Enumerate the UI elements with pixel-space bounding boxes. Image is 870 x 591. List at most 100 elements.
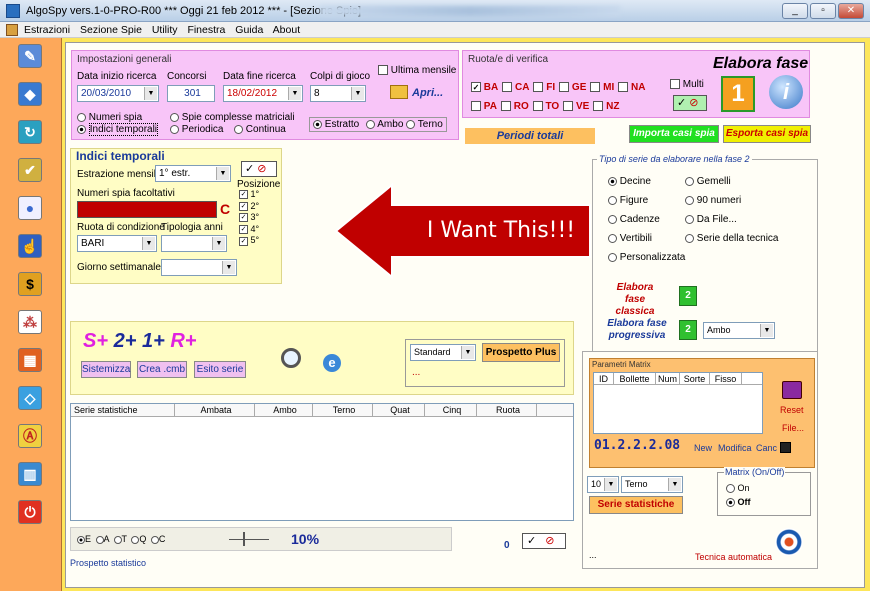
- book-icon[interactable]: [782, 381, 802, 399]
- network-icon[interactable]: ⁂: [18, 310, 42, 334]
- menu-about[interactable]: About: [273, 24, 300, 36]
- estratto-radio[interactable]: [313, 119, 322, 129]
- sorte-radio[interactable]: [150, 535, 159, 544]
- ultima-mensile-checkbox[interactable]: [378, 65, 388, 76]
- standard-select[interactable]: Standard ▼: [410, 344, 476, 361]
- pct-slider-thumb[interactable]: [243, 532, 245, 546]
- gemelli-radio[interactable]: Gemelli: [685, 176, 731, 187]
- sorte-option-t[interactable]: T: [113, 534, 132, 544]
- ruota-checkbox[interactable]: [563, 101, 574, 112]
- ruota-condizione-select[interactable]: BARI ▼: [77, 235, 157, 252]
- terno-radio[interactable]: [406, 119, 416, 129]
- decine-radio[interactable]: Decine: [608, 176, 651, 187]
- menu-finestra[interactable]: Finestra: [187, 24, 225, 36]
- serie-statistiche-button[interactable]: Serie statistiche: [589, 496, 683, 514]
- data-inizio-field[interactable]: 20/03/2010 ▼: [77, 85, 159, 102]
- num-select[interactable]: 10 ▼: [587, 476, 619, 493]
- posizione-checkbox[interactable]: ✓: [239, 224, 248, 234]
- new-link[interactable]: New: [694, 443, 712, 453]
- data-fine-field[interactable]: 18/02/2012 ▼: [223, 85, 303, 102]
- posizione-checkbox[interactable]: ✓: [239, 236, 248, 246]
- posizione-toggle[interactable]: ✓ ⊘: [241, 161, 277, 177]
- on-radio[interactable]: On: [726, 483, 750, 494]
- tipologia-select[interactable]: ▼: [161, 235, 227, 252]
- colpi-select[interactable]: 8 ▼: [310, 85, 366, 102]
- giorno-select[interactable]: ▼: [161, 259, 237, 276]
- magnifier-icon[interactable]: [281, 348, 301, 368]
- ruota-fi[interactable]: FI: [533, 82, 555, 93]
- target-icon[interactable]: [775, 528, 803, 556]
- ruota-checkbox[interactable]: [559, 82, 570, 93]
- refresh-icon[interactable]: ↻: [18, 120, 42, 144]
- numeri-facoltativi-field[interactable]: [77, 201, 217, 218]
- ruota-ca[interactable]: CA: [502, 82, 529, 93]
- close-button[interactable]: ✕: [838, 3, 864, 19]
- sorte-radio[interactable]: [77, 535, 85, 544]
- fase-2-progressiva-button[interactable]: 2: [679, 320, 697, 340]
- ruota-na[interactable]: NA: [618, 82, 646, 93]
- posizione-item[interactable]: ✓ 1°: [239, 189, 259, 201]
- ruota-checkbox[interactable]: [471, 101, 481, 112]
- concorsi-field[interactable]: 301: [167, 85, 215, 102]
- sorte-option-c[interactable]: C: [150, 534, 167, 544]
- diamond-icon[interactable]: ◆: [18, 82, 42, 106]
- ruota-checkbox[interactable]: [618, 82, 629, 93]
- tecnica-radio[interactable]: Serie della tecnica: [685, 233, 779, 244]
- menu-utility[interactable]: Utility: [152, 24, 178, 36]
- ie-icon[interactable]: e: [323, 354, 341, 372]
- progressiva-select[interactable]: Ambo ▼: [703, 322, 775, 339]
- folder-icon[interactable]: [390, 85, 408, 99]
- book-icon[interactable]: ▥: [18, 462, 42, 486]
- bottom-toggle[interactable]: ✓ ⊘: [522, 533, 566, 549]
- vertibili-radio[interactable]: Vertibili: [608, 233, 652, 244]
- posizione-checkbox[interactable]: ✓: [239, 201, 248, 211]
- shape-icon[interactable]: ◇: [18, 386, 42, 410]
- multi-option[interactable]: Multi: [670, 79, 704, 90]
- ruota-ge[interactable]: GE: [559, 82, 586, 93]
- ruota-checkbox[interactable]: ✓: [471, 82, 481, 93]
- indici-temporali-radio[interactable]: Indici temporali: [77, 123, 159, 136]
- esito-serie-button[interactable]: Esito serie: [194, 361, 246, 378]
- ruota-nz[interactable]: NZ: [593, 101, 619, 112]
- menu-sezione-spie[interactable]: Sezione Spie: [80, 24, 142, 36]
- sorte-radio[interactable]: [95, 535, 104, 544]
- pencil-icon[interactable]: ✎: [18, 44, 42, 68]
- apri-link[interactable]: Apri...: [412, 87, 443, 99]
- spie-complesse-radio[interactable]: Spie complesse matriciali: [170, 112, 295, 123]
- ultima-mensile[interactable]: Ultima mensile: [378, 65, 456, 76]
- modifica-link[interactable]: Modifica: [718, 443, 752, 453]
- continua-radio[interactable]: Continua: [234, 124, 286, 135]
- mdi-icon[interactable]: [6, 24, 18, 36]
- ruota-pa[interactable]: PA: [471, 101, 497, 112]
- power-icon[interactable]: ⏻: [18, 500, 42, 524]
- posizione-item[interactable]: ✓ 3°: [239, 212, 259, 224]
- reset-link[interactable]: Reset: [780, 405, 804, 415]
- ruota-ba[interactable]: ✓ BA: [471, 82, 498, 93]
- minimize-button[interactable]: _: [782, 3, 808, 19]
- posizione-checkbox[interactable]: ✓: [239, 213, 248, 223]
- ruota-checkbox[interactable]: [502, 82, 513, 93]
- a-circle-icon[interactable]: Ⓐ: [18, 424, 42, 448]
- ruota-checkbox[interactable]: [532, 101, 543, 112]
- dafile-radio[interactable]: Da File...: [685, 214, 737, 225]
- personalizzata-radio[interactable]: Personalizzata: [608, 252, 685, 263]
- ruota-mi[interactable]: MI: [590, 82, 614, 93]
- off-radio[interactable]: Off: [726, 497, 751, 508]
- ruota-checkbox[interactable]: [593, 101, 604, 112]
- sorte-option-a[interactable]: A: [95, 534, 114, 544]
- novanta-radio[interactable]: 90 numeri: [685, 195, 741, 206]
- sorte-option-q[interactable]: Q: [131, 534, 151, 544]
- matrix-grid[interactable]: ID Bollette Num Sorte Fisso: [593, 372, 763, 434]
- ruota-ve[interactable]: VE: [563, 101, 589, 112]
- posizione-item[interactable]: ✓ 2°: [239, 201, 259, 213]
- esporta-button[interactable]: Esporta casi spia: [723, 125, 811, 143]
- fase-2-classica-button[interactable]: 2: [679, 286, 697, 306]
- periodica-radio[interactable]: Periodica: [170, 124, 223, 135]
- file-link[interactable]: File...: [782, 423, 804, 433]
- save-icon[interactable]: [780, 442, 791, 453]
- sistemizza-button[interactable]: Sistemizza: [81, 361, 131, 378]
- posizione-item[interactable]: ✓ 4°: [239, 224, 259, 236]
- fase-1-button[interactable]: 1: [721, 76, 755, 112]
- ambo-radio[interactable]: [366, 119, 376, 129]
- multi-toggle[interactable]: ✓ ⊘: [673, 95, 707, 111]
